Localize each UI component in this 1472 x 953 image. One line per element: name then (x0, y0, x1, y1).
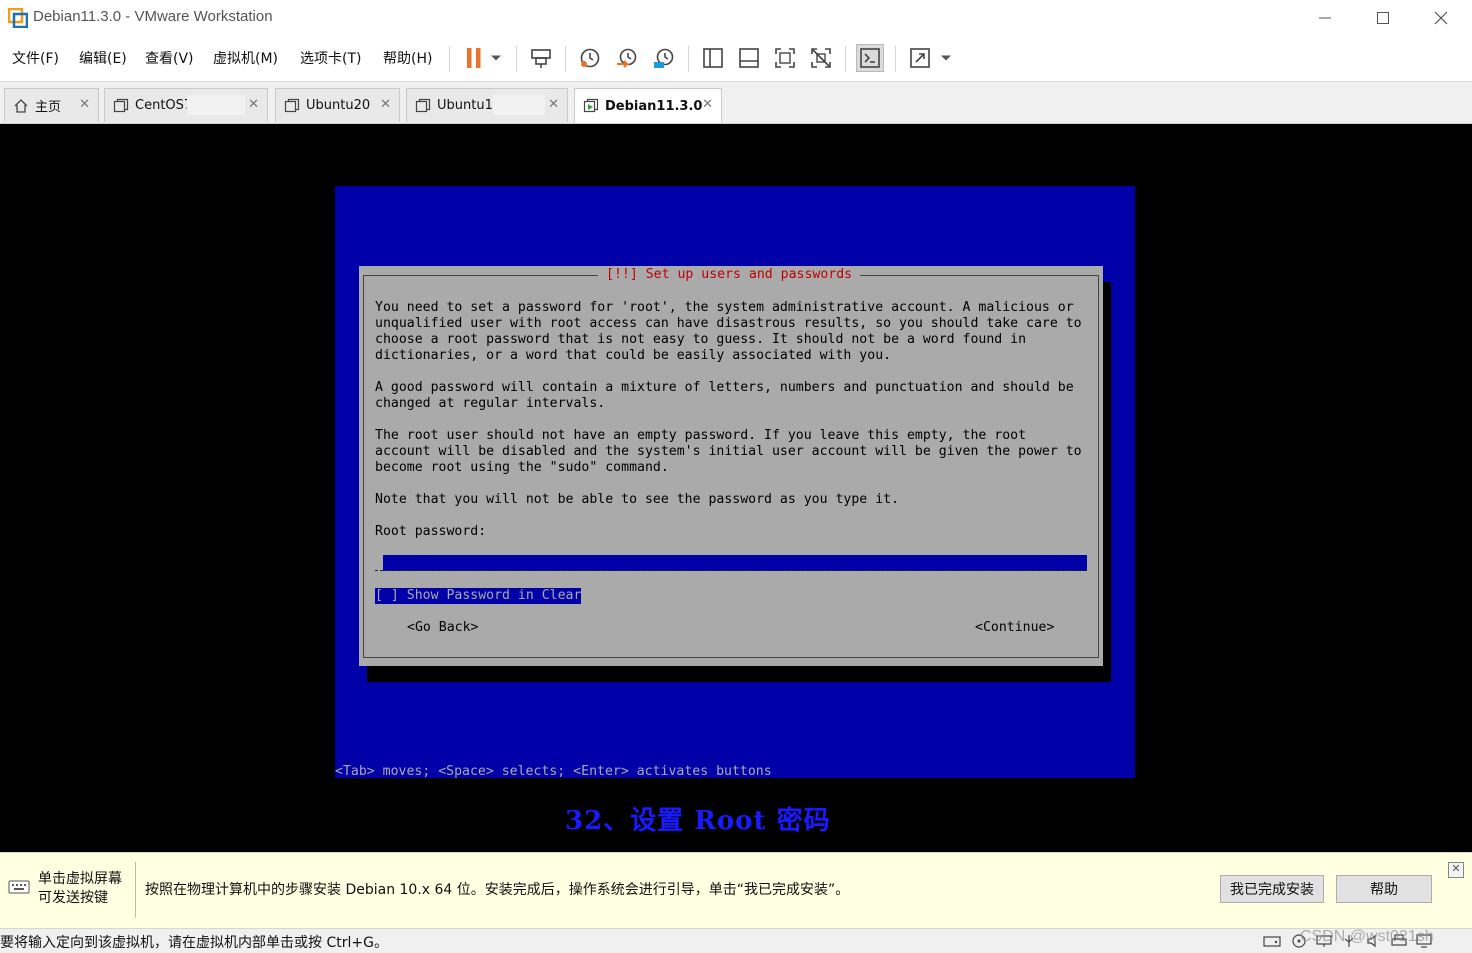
step-caption: 32、设置 Root 密码 (565, 806, 831, 836)
tab-label: Ubuntu18 (437, 98, 493, 113)
stretch-dropdown[interactable] (936, 44, 956, 72)
finished-install-button[interactable]: 我已完成安装 (1220, 875, 1324, 903)
close-tab-icon[interactable]: ✕ (380, 97, 391, 112)
tab-label: Ubuntu20 (306, 98, 371, 113)
maximize-button[interactable] (1354, 4, 1412, 32)
toolbar-divider (688, 46, 689, 72)
minimize-icon (1319, 17, 1331, 19)
unity-icon (811, 48, 831, 68)
hint-click-label: 单击虚拟屏幕 可发送按键 (38, 871, 122, 906)
close-tab-icon[interactable]: ✕ (548, 97, 559, 112)
stretch-guest-button[interactable] (906, 44, 934, 72)
vm-icon (113, 98, 129, 112)
hint-message: 按照在物理计算机中的步骤安装 Debian 10.x 64 位。安装完成后，操作… (145, 882, 850, 898)
pause-dropdown[interactable] (486, 44, 506, 72)
dropdown-icon (941, 55, 951, 61)
toolbar-divider (565, 46, 566, 72)
close-icon (1434, 11, 1448, 25)
send-ctrl-alt-del-icon (531, 49, 551, 68)
vmware-app-icon (7, 7, 29, 29)
stretch-icon (910, 48, 930, 68)
menu-help[interactable]: 帮助(H) (383, 48, 432, 68)
close-tab-icon[interactable]: ✕ (79, 97, 90, 112)
close-hint-icon[interactable]: ✕ (1448, 862, 1464, 878)
snapshot-manager-icon (654, 48, 674, 68)
menu-vm[interactable]: 虚拟机(M) (213, 48, 278, 68)
toolbar-divider (895, 46, 896, 72)
tab-ubuntu20[interactable]: Ubuntu20 ✕ (275, 88, 400, 122)
tab-debian11[interactable]: Debian11.3.0 ✕ (574, 88, 722, 123)
home-icon (14, 98, 28, 113)
tab-home[interactable]: 主页 ✕ (4, 88, 99, 122)
help-button[interactable]: 帮助 (1336, 875, 1432, 903)
tab-label-fade (187, 95, 245, 115)
close-tab-icon[interactable]: ✕ (248, 97, 259, 112)
vm-icon (415, 98, 431, 112)
close-tab-icon[interactable]: ✕ (702, 97, 713, 112)
tab-ubuntu18[interactable]: Ubuntu18 ✕ (406, 88, 568, 122)
library-icon (703, 48, 723, 68)
full-screen-button[interactable] (771, 44, 799, 72)
menu-file[interactable]: 文件(F) (12, 48, 59, 68)
root-password-input[interactable] (383, 555, 1087, 571)
tab-label: Debian11.3.0 (605, 98, 703, 114)
show-password-checkbox[interactable]: [ ] Show Password in Clear (375, 588, 582, 604)
watermark-text: CSDN @wst021sh (1300, 928, 1434, 945)
menu-tabs[interactable]: 选项卡(T) (300, 48, 361, 68)
show-library-button[interactable] (699, 44, 727, 72)
toolbar-divider (845, 46, 846, 72)
revert-snapshot-icon (617, 48, 637, 68)
running-vm-icon (583, 98, 599, 113)
snapshot-icon (580, 48, 600, 68)
revert-snapshot-button[interactable] (613, 44, 641, 72)
minimize-button[interactable] (1296, 4, 1354, 32)
tab-label-fade (493, 95, 545, 115)
close-button[interactable] (1412, 4, 1470, 32)
full-screen-icon (775, 48, 795, 68)
snapshot-button[interactable] (576, 44, 604, 72)
tab-centos7[interactable]: CentOS7 ✕ (104, 88, 268, 122)
thumbnail-icon (739, 48, 759, 68)
dialog-text: You need to set a password for 'root', t… (375, 300, 1082, 539)
snapshot-manager-button[interactable] (650, 44, 678, 72)
hint-divider (135, 862, 136, 918)
password-field-underline (375, 570, 1087, 571)
dropdown-icon (491, 55, 501, 61)
tab-label: CentOS7 (135, 98, 193, 113)
tab-label: 主页 (35, 100, 62, 115)
menu-view[interactable]: 查看(V) (145, 48, 194, 68)
pause-button[interactable] (460, 44, 488, 72)
menu-edit[interactable]: 编辑(E) (79, 48, 127, 68)
send-ctrl-alt-del-button[interactable] (527, 44, 555, 72)
console-view-button[interactable] (856, 44, 884, 72)
console-view-icon (860, 48, 880, 68)
maximize-icon (1377, 12, 1389, 24)
keyboard-help-line: <Tab> moves; <Space> selects; <Enter> ac… (335, 764, 772, 779)
toolbar-divider (516, 46, 517, 72)
unity-button[interactable] (807, 44, 835, 72)
keyboard-icon (8, 878, 30, 896)
window-title: Debian11.3.0 - VMware Workstation (33, 8, 273, 25)
toolbar-divider (449, 46, 450, 72)
hard-disk-icon[interactable] (1263, 933, 1281, 947)
dialog-title: [!!] Set up users and passwords (598, 267, 861, 283)
vm-icon (284, 98, 300, 112)
status-text: 要将输入定向到该虚拟机，请在虚拟机内部单击或按 Ctrl+G。 (0, 935, 388, 951)
go-back-button[interactable]: <Go Back> (407, 620, 478, 636)
continue-button[interactable]: <Continue> (975, 620, 1054, 636)
pause-icon (467, 48, 481, 68)
show-thumbnail-button[interactable] (735, 44, 763, 72)
